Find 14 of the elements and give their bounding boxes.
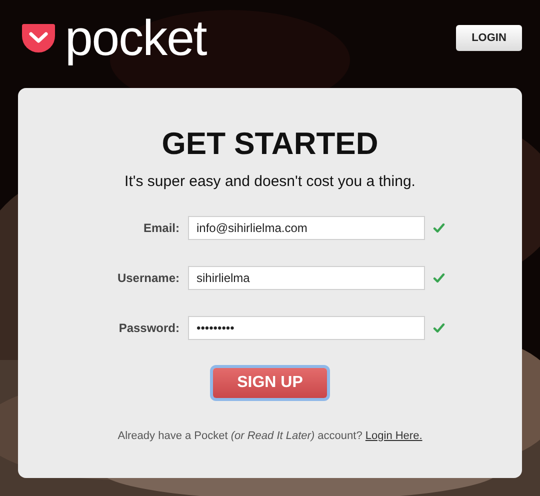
login-link[interactable]: Login Here. <box>365 430 422 442</box>
login-button[interactable]: LOGIN <box>456 25 522 51</box>
field-label: Password: <box>118 320 180 336</box>
field-label: Username: <box>116 270 180 286</box>
page-title: GET STARTED <box>162 128 378 159</box>
sign-up-button[interactable]: SIGN UP <box>213 368 327 398</box>
field-label: Email: <box>142 220 180 236</box>
login-prompt: Already have a Pocket (or Read It Later) account? <box>118 430 362 442</box>
input-field[interactable]: sihirlielma <box>188 266 424 290</box>
logo-wordmark: pocket <box>65 13 206 63</box>
subtitle: It's super easy and doesn't cost you a thing. <box>124 172 416 192</box>
input-field[interactable]: ••••••••• <box>188 316 424 340</box>
pocket-logo-icon <box>22 24 55 52</box>
input-field[interactable]: info@sihirlielma.com <box>188 216 424 240</box>
